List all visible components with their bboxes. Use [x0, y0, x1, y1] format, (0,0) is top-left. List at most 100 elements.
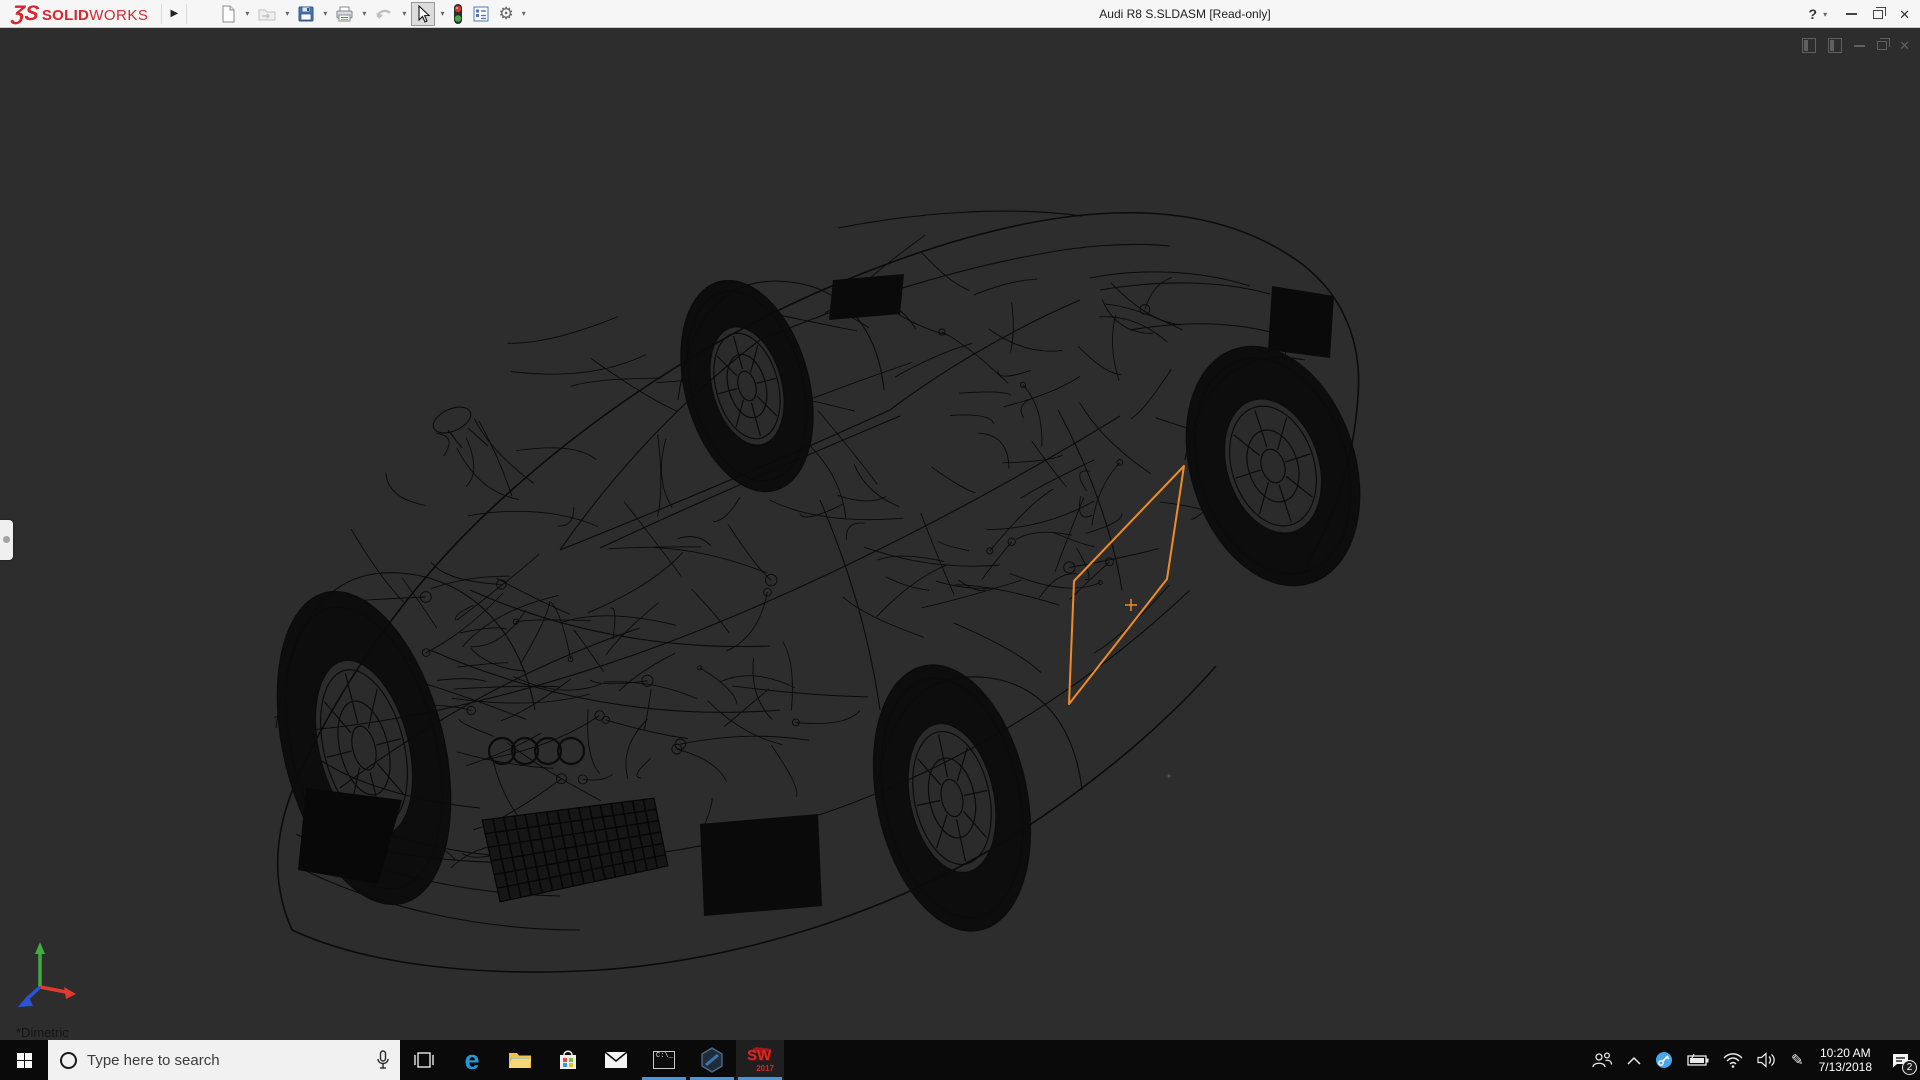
edge-icon: e	[464, 1047, 479, 1074]
feature-pane-toggle-icon[interactable]	[1802, 38, 1816, 53]
solidworks-logo[interactable]: ƷS SOLID WORKS	[0, 3, 158, 24]
minimize-button[interactable]	[1846, 13, 1857, 15]
select-tool-button[interactable]	[411, 2, 435, 26]
separator	[186, 4, 187, 24]
print-button[interactable]	[332, 2, 357, 26]
windows-ink-button[interactable]: ✎	[1784, 1040, 1811, 1080]
clock[interactable]: 10:20 AM 7/13/2018	[1811, 1046, 1880, 1074]
document-window-controls: ✕	[1802, 38, 1910, 53]
save-floppy-icon	[297, 5, 315, 23]
open-button[interactable]	[254, 2, 280, 26]
taskbar: e C:	[0, 1040, 1920, 1080]
help-button[interactable]: ? ▾	[1809, 6, 1831, 22]
task-view-icon	[413, 1050, 435, 1070]
gear-icon: ⚙	[498, 5, 513, 22]
wireframe-car-scene	[0, 28, 1920, 1040]
hidden-icons-button[interactable]	[1620, 1040, 1648, 1080]
reference-triad	[18, 942, 76, 1007]
solidworks-2017-icon: SW 2017	[746, 1046, 774, 1074]
command-prompt-icon: C:\_	[653, 1051, 675, 1069]
windows-logo-icon	[17, 1053, 32, 1068]
options-caret[interactable]: ▾	[519, 9, 529, 18]
people-button[interactable]	[1584, 1040, 1620, 1080]
quick-access-toolbar: ▾ ▾ ▾ ▾	[216, 2, 528, 26]
document-minimize-button[interactable]	[1854, 45, 1865, 47]
undo-caret[interactable]: ▾	[399, 9, 409, 18]
options-button[interactable]: ⚙	[495, 2, 516, 26]
graphics-viewport[interactable]: ✕ *Dimetric	[0, 28, 1920, 1040]
select-cursor-icon	[414, 4, 432, 24]
traffic-light-icon	[452, 3, 464, 25]
document-title: Audi R8 S.SLDASM [Read-only]	[1099, 7, 1270, 21]
microphone-button[interactable]	[366, 1050, 400, 1070]
mail-button[interactable]	[592, 1040, 640, 1080]
save-caret[interactable]: ▾	[320, 9, 330, 18]
print-caret[interactable]: ▾	[359, 9, 369, 18]
start-button[interactable]	[0, 1040, 48, 1080]
taskbar-search[interactable]	[48, 1040, 400, 1080]
chevron-up-icon	[1627, 1056, 1641, 1065]
undo-button[interactable]	[371, 2, 397, 26]
undo-arrow-icon	[374, 5, 394, 23]
selected-face-highlight	[1069, 466, 1184, 704]
separator	[161, 4, 162, 24]
save-button[interactable]	[294, 2, 318, 26]
open-caret[interactable]: ▾	[282, 9, 292, 18]
battery-button[interactable]	[1680, 1040, 1716, 1080]
store-button[interactable]	[544, 1040, 592, 1080]
document-restore-button[interactable]	[1877, 41, 1887, 50]
display-pane-toggle-icon[interactable]	[1828, 38, 1842, 53]
appearance-filter-button[interactable]	[449, 2, 467, 26]
hex-tool-icon	[699, 1047, 725, 1073]
file-explorer-icon	[508, 1050, 532, 1070]
new-document-icon	[219, 5, 237, 23]
new-document-button[interactable]	[216, 2, 240, 26]
hex-tool-button[interactable]	[688, 1040, 736, 1080]
wifi-button[interactable]	[1716, 1040, 1750, 1080]
taskbar-apps: e C:	[400, 1040, 784, 1080]
battery-charging-icon	[1687, 1053, 1709, 1067]
system-tray: ✎ 10:20 AM 7/13/2018 2	[1584, 1040, 1920, 1080]
help-caret: ▾	[1820, 10, 1830, 19]
action-center-button[interactable]: 2	[1880, 1040, 1920, 1080]
brand-solid: SOLID	[42, 7, 89, 24]
restore-button[interactable]	[1873, 10, 1883, 19]
security-key-button[interactable]	[1648, 1040, 1680, 1080]
stray-point	[1168, 775, 1171, 778]
print-icon	[335, 5, 354, 23]
pen-icon: ✎	[1791, 1053, 1804, 1068]
clock-date: 7/13/2018	[1819, 1060, 1872, 1074]
document-close-button[interactable]: ✕	[1899, 39, 1910, 52]
command-prompt-text: C:\_	[656, 1053, 673, 1060]
cortana-icon[interactable]	[60, 1052, 77, 1069]
brand-works: WORKS	[89, 7, 148, 24]
edge-button[interactable]: e	[448, 1040, 496, 1080]
menu-flyout-button[interactable]: ▶	[165, 3, 183, 25]
window-controls: ? ▾ ✕	[1809, 0, 1910, 28]
people-icon	[1591, 1051, 1613, 1069]
new-document-caret[interactable]: ▾	[242, 9, 252, 18]
store-icon	[558, 1049, 578, 1071]
file-explorer-button[interactable]	[496, 1040, 544, 1080]
security-key-icon	[1655, 1051, 1673, 1069]
volume-button[interactable]	[1750, 1040, 1784, 1080]
clock-time: 10:20 AM	[1820, 1046, 1871, 1060]
task-view-button[interactable]	[400, 1040, 448, 1080]
properties-list-icon	[472, 5, 490, 23]
open-folder-icon	[257, 5, 277, 23]
sw-year: 2017	[756, 1065, 774, 1073]
flyout-arrow-icon: ▶	[171, 8, 179, 19]
search-input[interactable]	[87, 1052, 366, 1069]
properties-list-button[interactable]	[469, 2, 493, 26]
wifi-icon	[1723, 1053, 1743, 1068]
close-button[interactable]: ✕	[1899, 8, 1910, 21]
help-icon: ?	[1809, 6, 1818, 22]
dark-body-fills	[298, 274, 1334, 916]
command-prompt-button[interactable]: C:\_	[640, 1040, 688, 1080]
mail-icon	[604, 1051, 628, 1069]
view-orientation-label: *Dimetric	[16, 1025, 69, 1040]
select-tool-caret[interactable]: ▾	[437, 9, 447, 18]
solidworks-button[interactable]: SW 2017	[736, 1040, 784, 1080]
feature-manager-collapsed-tab[interactable]	[0, 520, 13, 560]
solidworks-logo-icon: ƷS	[11, 3, 40, 24]
